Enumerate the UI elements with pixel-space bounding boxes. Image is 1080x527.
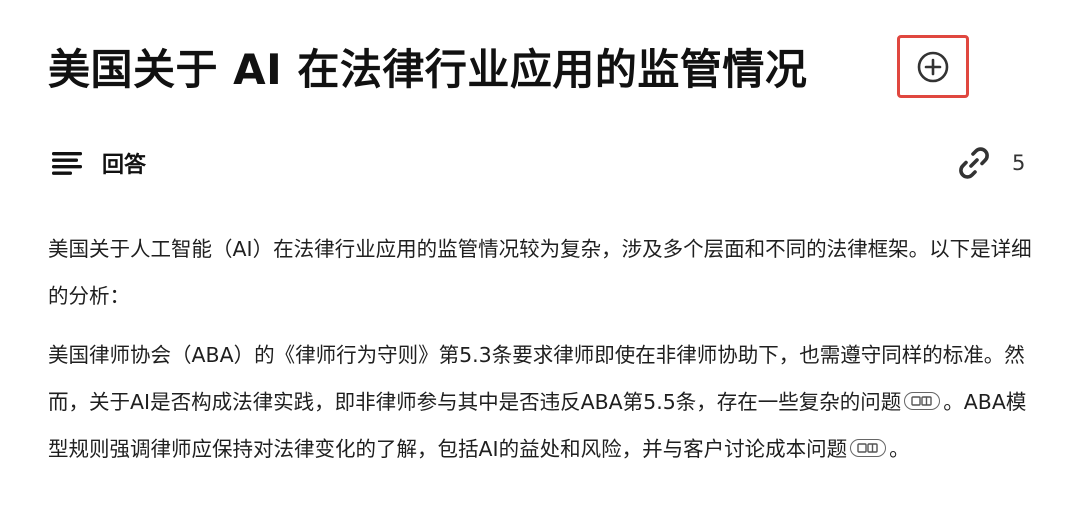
answer-paragraph-1: 美国关于人工智能（AI）在法律行业应用的监管情况较为复杂，涉及多个层面和不同的法… bbox=[48, 237, 1032, 308]
paragraph-text: 美国律师协会（ABA）的《律师行为守则》第5.3条要求律师即使在非律师协助下，也… bbox=[48, 343, 1025, 414]
citation-badge[interactable] bbox=[850, 439, 887, 457]
citation-badge[interactable] bbox=[904, 392, 941, 410]
source-count: 5 bbox=[1012, 151, 1026, 175]
page-title-row: 美国关于 AI 在法律行业应用的监管情况 bbox=[48, 30, 807, 102]
text-lines-icon bbox=[52, 152, 82, 175]
paragraph-text: 。 bbox=[889, 437, 910, 461]
page-title: 美国关于 AI 在法律行业应用的监管情况 bbox=[48, 44, 808, 94]
sources-button[interactable]: 5 bbox=[956, 142, 1025, 184]
answer-header: 回答 bbox=[52, 145, 146, 181]
citation-icon bbox=[911, 396, 932, 406]
answer-paragraph-2: 美国律师协会（ABA）的《律师行为守则》第5.3条要求律师即使在非律师协助下，也… bbox=[48, 332, 1038, 473]
plus-circle-icon bbox=[917, 51, 949, 82]
link-icon bbox=[959, 147, 989, 179]
citation-icon bbox=[857, 443, 878, 453]
add-to-collection-button[interactable] bbox=[897, 35, 969, 98]
answer-label: 回答 bbox=[102, 153, 147, 178]
